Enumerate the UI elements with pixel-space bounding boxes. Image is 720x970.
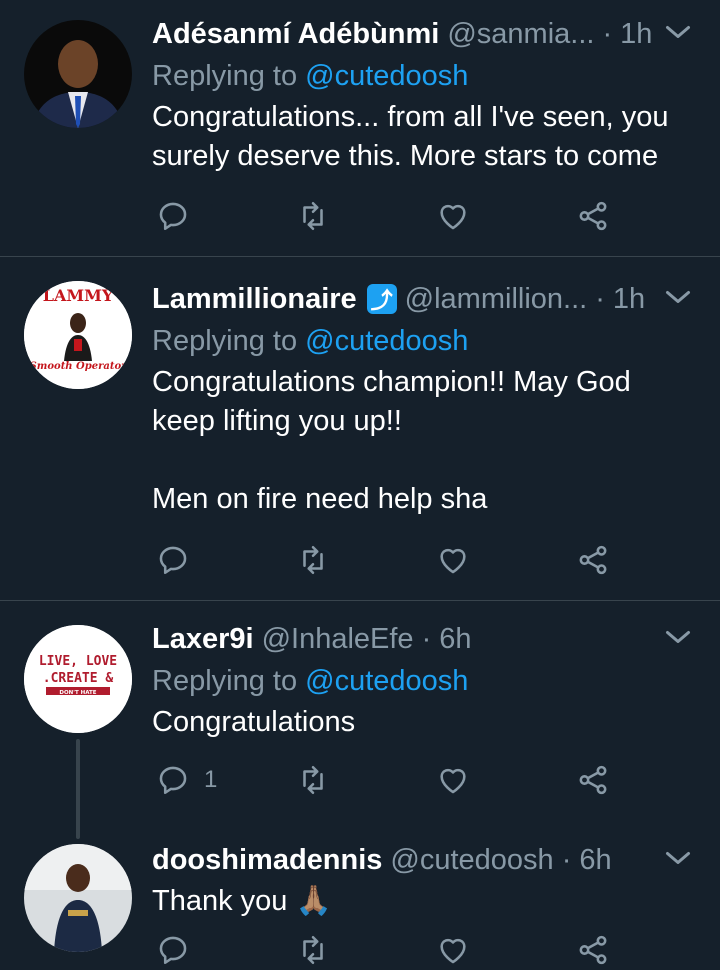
chevron-down-icon[interactable] bbox=[660, 14, 696, 50]
replying-to-link[interactable]: @cutedoosh bbox=[305, 325, 468, 357]
like-button[interactable] bbox=[436, 930, 470, 970]
timestamp[interactable]: · 1h bbox=[595, 283, 645, 316]
timestamp[interactable]: · 1h bbox=[602, 18, 652, 51]
heart-icon bbox=[440, 548, 466, 574]
avatar[interactable] bbox=[24, 844, 132, 952]
avatar-bottom-text: Smooth Operator bbox=[30, 361, 128, 372]
reply-button[interactable] bbox=[156, 540, 204, 580]
tweet-text: Congratulations... from all I've seen, y… bbox=[152, 101, 669, 172]
avatar-line2-text: .CREATE & bbox=[43, 671, 114, 686]
share-button[interactable] bbox=[576, 196, 610, 236]
reply-icon bbox=[159, 546, 187, 575]
up-arrow-badge-icon: ⤴ bbox=[366, 284, 397, 314]
tweet-text: Congratulations bbox=[152, 706, 356, 738]
tweet-4[interactable]: dooshimadennis @cutedoosh · 6h Thank you… bbox=[0, 828, 720, 968]
share-icon bbox=[579, 935, 607, 965]
heart-icon bbox=[440, 938, 466, 964]
avatar[interactable]: LIVE, LOVE .CREATE & DON'T HATE bbox=[24, 625, 132, 733]
share-icon bbox=[579, 765, 607, 795]
timestamp[interactable]: · 6h bbox=[562, 844, 612, 877]
reply-button[interactable]: 1 bbox=[156, 760, 217, 800]
share-button[interactable] bbox=[576, 760, 610, 800]
user-name[interactable]: Laxer9i bbox=[152, 623, 254, 656]
retweet-icon bbox=[303, 545, 323, 575]
reply-count: 1 bbox=[204, 766, 218, 793]
replying-to: Replying to @cutedoosh bbox=[152, 60, 469, 92]
avatar[interactable]: LAMMY Smooth Operator bbox=[24, 281, 132, 389]
chevron-down-icon[interactable] bbox=[660, 840, 696, 876]
user-name[interactable]: Lammillionaire bbox=[152, 283, 357, 316]
replying-to: Replying to @cutedoosh bbox=[152, 325, 469, 357]
avatar[interactable] bbox=[24, 20, 132, 128]
replying-to: Replying to @cutedoosh bbox=[152, 665, 469, 697]
like-button[interactable] bbox=[436, 540, 470, 580]
user-handle[interactable]: @sanmia... bbox=[447, 18, 594, 51]
share-button[interactable] bbox=[576, 540, 610, 580]
user-name[interactable]: dooshimadennis bbox=[152, 844, 382, 877]
heart-icon bbox=[440, 768, 466, 794]
like-button[interactable] bbox=[436, 196, 470, 236]
retweet-icon bbox=[303, 935, 323, 965]
retweet-button[interactable] bbox=[296, 930, 330, 970]
user-handle[interactable]: @InhaleEfe bbox=[262, 623, 414, 656]
tweet-text: Congratulations champion!! May God keep … bbox=[152, 366, 631, 515]
tweet-1[interactable]: Adésanmí Adébùnmi @sanmia... · 1h Replyi… bbox=[0, 0, 720, 255]
reply-button[interactable] bbox=[156, 930, 204, 970]
timestamp[interactable]: · 6h bbox=[422, 623, 472, 656]
avatar-line1-text: LIVE, LOVE bbox=[39, 654, 117, 669]
chevron-down-icon[interactable] bbox=[660, 619, 696, 655]
avatar-top-text: LAMMY bbox=[43, 286, 114, 305]
tweet-3[interactable]: LIVE, LOVE .CREATE & DON'T HATE Laxer9i … bbox=[0, 601, 720, 839]
chevron-down-icon[interactable] bbox=[660, 279, 696, 315]
heart-icon bbox=[440, 204, 466, 230]
user-handle[interactable]: @lammillion... bbox=[405, 283, 588, 316]
avatar-line3-text: DON'T HATE bbox=[59, 690, 96, 696]
replying-to-link[interactable]: @cutedoosh bbox=[305, 665, 468, 697]
retweet-button[interactable] bbox=[296, 196, 330, 236]
tweet-2[interactable]: LAMMY Smooth Operator Lammillionaire ⤴ @… bbox=[0, 257, 720, 599]
user-handle[interactable]: @cutedoosh bbox=[390, 844, 553, 877]
thread-line bbox=[76, 739, 80, 839]
retweet-button[interactable] bbox=[296, 760, 330, 800]
retweet-icon bbox=[303, 201, 323, 231]
reply-icon bbox=[159, 766, 187, 795]
reply-icon bbox=[159, 936, 187, 965]
share-button[interactable] bbox=[576, 930, 610, 970]
retweet-icon bbox=[303, 765, 323, 795]
like-button[interactable] bbox=[436, 760, 470, 800]
retweet-button[interactable] bbox=[296, 540, 330, 580]
user-name[interactable]: Adésanmí Adébùnmi bbox=[152, 18, 439, 51]
replying-to-link[interactable]: @cutedoosh bbox=[305, 60, 468, 92]
reply-icon bbox=[159, 202, 187, 231]
share-icon bbox=[579, 201, 607, 231]
reply-button[interactable] bbox=[156, 196, 204, 236]
share-icon bbox=[579, 545, 607, 575]
tweet-text: Thank you 🙏🏽 bbox=[152, 885, 332, 917]
